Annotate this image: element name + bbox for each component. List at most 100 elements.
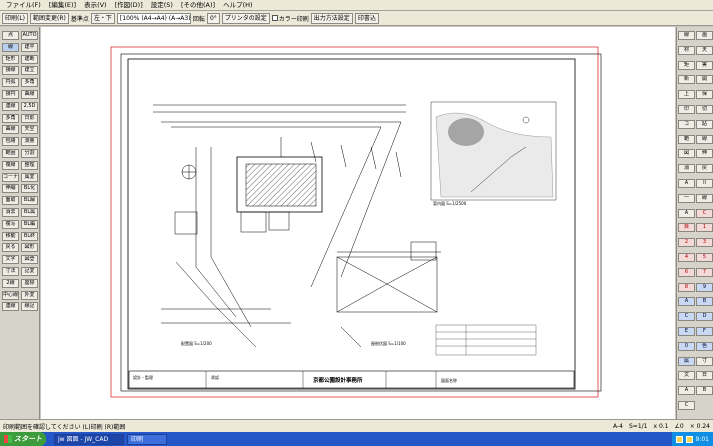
menu-item-6[interactable]: ヘルプ(H) — [219, 0, 256, 11]
right-tool-31[interactable]: 5 — [696, 253, 713, 262]
right-tool-14[interactable]: 範 — [678, 134, 695, 144]
left-tool-0[interactable]: 点 — [2, 31, 19, 40]
task-button-0[interactable]: jw 図面 - JW_CAD — [54, 433, 124, 445]
menu-item-4[interactable]: 設定(S) — [147, 0, 177, 11]
color-print-checkbox[interactable]: カラー印刷 — [271, 14, 309, 23]
left-tool-17[interactable]: 移動 — [2, 231, 19, 241]
printer-settings-button[interactable]: プリンタの設定 — [221, 12, 270, 24]
right-tool-33[interactable]: 7 — [696, 267, 713, 277]
left-tool-23[interactable]: 連線 — [2, 302, 19, 312]
left-tool-26[interactable]: 建断 — [21, 54, 38, 64]
left-tool-19[interactable]: 文字 — [2, 255, 19, 265]
right-tool-4[interactable]: 矩 — [678, 60, 695, 70]
left-tool-31[interactable]: 日影 — [21, 113, 38, 123]
menu-item-2[interactable]: 表示(V) — [80, 0, 111, 11]
menu-item-0[interactable]: ファイル(F) — [2, 0, 45, 11]
task-button-1[interactable]: 印刷 — [127, 433, 167, 445]
right-tool-8[interactable]: 上 — [678, 90, 695, 100]
left-tool-12[interactable]: コーナー — [2, 172, 19, 182]
right-tool-30[interactable]: 4 — [678, 253, 695, 262]
left-tool-7[interactable]: 多角 — [2, 113, 19, 123]
right-tool-15[interactable]: 線 — [696, 134, 713, 144]
left-tool-24[interactable]: AUTO — [21, 31, 38, 40]
left-tool-29[interactable]: 曲線 — [21, 90, 38, 99]
left-tool-45[interactable]: 座標 — [21, 278, 38, 288]
right-tool-18[interactable]: 消 — [678, 164, 695, 174]
left-tool-44[interactable]: 記変 — [21, 267, 38, 276]
checkbox-box[interactable] — [271, 15, 278, 21]
left-tool-38[interactable]: BL解 — [21, 196, 38, 206]
left-tool-18[interactable]: 戻る — [2, 243, 19, 253]
left-tool-16[interactable]: 複写 — [2, 219, 19, 229]
right-tool-49[interactable]: B — [696, 386, 713, 396]
left-tool-47[interactable]: 線記 — [21, 302, 38, 312]
right-tool-22[interactable]: 一 — [678, 193, 695, 203]
menu-item-1[interactable]: [編集(E)] — [45, 0, 80, 11]
right-tool-16[interactable]: 図 — [678, 149, 695, 159]
left-tool-35[interactable]: 整理 — [21, 160, 38, 170]
right-tool-6[interactable]: 新 — [678, 75, 695, 85]
output-method-button[interactable]: 出力方法設定 — [310, 12, 353, 24]
menu-item-3[interactable]: [作図(D)] — [111, 0, 147, 11]
right-tool-5[interactable]: 実 — [696, 60, 713, 70]
left-tool-21[interactable]: 2線 — [2, 278, 19, 288]
right-tool-37[interactable]: B — [696, 297, 713, 307]
right-tool-24[interactable]: A — [678, 208, 695, 218]
left-tool-11[interactable]: 複線 — [2, 160, 19, 170]
batch-button[interactable]: 印書込 — [354, 12, 379, 24]
right-tool-34[interactable]: 8 — [678, 282, 695, 292]
right-tool-19[interactable]: 戻 — [696, 164, 713, 174]
left-tool-14[interactable]: 面取 — [2, 196, 19, 206]
status-angle[interactable]: ∠0 — [675, 423, 684, 430]
status-scale[interactable]: A-4 — [613, 423, 623, 430]
right-tool-11[interactable]: 切 — [696, 105, 713, 114]
right-tool-39[interactable]: D — [696, 312, 713, 322]
right-tool-28[interactable]: 2 — [678, 238, 695, 248]
left-tool-1[interactable]: 線 — [2, 42, 19, 52]
tray-ime-icon[interactable] — [675, 435, 683, 443]
range-change-button[interactable]: 範囲変更(R) — [30, 12, 69, 24]
right-tool-7[interactable]: 開 — [696, 75, 713, 85]
tray-volume-icon[interactable] — [685, 435, 693, 443]
right-tool-47[interactable]: 日 — [696, 371, 713, 381]
right-tool-21[interactable]: ll — [696, 179, 713, 188]
right-tool-27[interactable]: 1 — [696, 223, 713, 233]
left-tool-32[interactable]: 天空 — [21, 125, 38, 135]
left-tool-25[interactable]: 建平 — [21, 42, 38, 52]
right-tool-26[interactable]: 目 — [678, 223, 695, 233]
right-tool-17[interactable]: 伸 — [696, 149, 713, 159]
left-tool-4[interactable]: 円弧 — [2, 78, 19, 88]
right-tool-44[interactable]: 属 — [678, 356, 695, 366]
left-tool-20[interactable]: 寸法 — [2, 267, 19, 276]
right-tool-32[interactable]: 6 — [678, 267, 695, 277]
left-tool-37[interactable]: BL化 — [21, 184, 38, 194]
right-tool-42[interactable]: 0 — [678, 341, 695, 351]
left-tool-2[interactable]: 矩形 — [2, 54, 19, 64]
left-tool-28[interactable]: 多角 — [21, 78, 38, 88]
left-tool-5[interactable]: 接円 — [2, 90, 19, 99]
drawing-canvas[interactable]: 案内図 S=1/2500 屋根伏図 S=1/100 配置図 S=1/200 設計… — [41, 27, 675, 419]
right-tool-43[interactable]: 色 — [696, 341, 713, 351]
right-tool-29[interactable]: 3 — [696, 238, 713, 248]
start-button[interactable]: スタート — [0, 432, 46, 446]
status-zoom[interactable]: x 0.1 — [654, 423, 669, 430]
right-tool-41[interactable]: F — [696, 327, 713, 336]
right-tool-1[interactable]: 画 — [696, 31, 713, 40]
reference-point-select[interactable]: 左・下 — [90, 12, 115, 24]
left-tool-40[interactable]: BL編 — [21, 219, 38, 229]
left-tool-39[interactable]: BL属 — [21, 208, 38, 217]
right-tool-25[interactable]: C — [696, 208, 713, 218]
right-tool-50[interactable]: C — [678, 401, 695, 410]
right-tool-40[interactable]: E — [678, 327, 695, 336]
right-tool-23[interactable]: 線 — [696, 193, 713, 203]
left-tool-3[interactable]: 接線 — [2, 66, 19, 76]
left-tool-30[interactable]: 2.5D — [21, 101, 38, 111]
left-tool-42[interactable]: 図形 — [21, 243, 38, 253]
right-tool-38[interactable]: C — [678, 312, 695, 322]
right-tool-36[interactable]: A — [678, 297, 695, 307]
right-tool-48[interactable]: A — [678, 386, 695, 396]
right-tool-35[interactable]: 9 — [696, 282, 713, 292]
right-tool-13[interactable]: 貼 — [696, 119, 713, 129]
menu-item-5[interactable]: [その他(A)] — [177, 0, 219, 11]
right-tool-9[interactable]: 保 — [696, 90, 713, 100]
